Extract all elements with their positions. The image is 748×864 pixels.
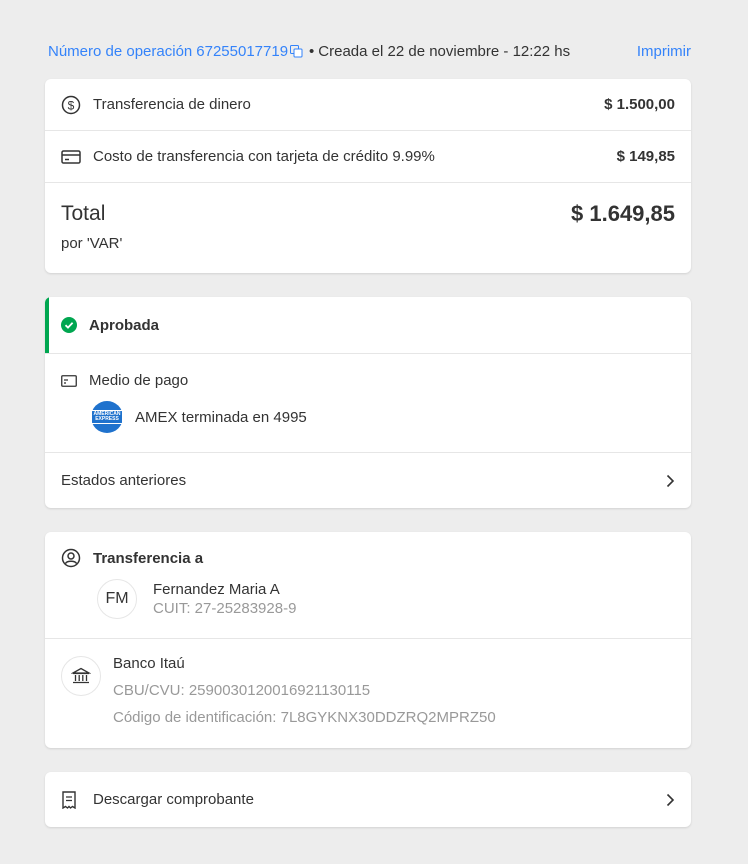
copy-icon[interactable] <box>290 45 303 58</box>
operation-number-link[interactable]: Número de operación 67255017719 <box>48 43 303 60</box>
status-accent-bar <box>45 297 49 353</box>
operation-label: Número de operación <box>48 42 193 60</box>
receipt-icon <box>62 790 76 809</box>
creation-date: • Creada el 22 de noviembre - 12:22 hs <box>309 42 571 60</box>
svg-text:$: $ <box>68 98 75 112</box>
fee-amount: $ 149,85 <box>616 148 675 165</box>
payment-method-label: Medio de pago <box>89 372 189 389</box>
recipient-section: Transferencia a FM Fernandez Maria A CUI… <box>45 532 691 639</box>
recipient-name: Fernandez Maria A <box>153 581 280 598</box>
chevron-right-icon <box>666 793 675 806</box>
total-section: Total $ 1.649,85 por 'VAR' <box>45 183 691 273</box>
recipient-heading: Transferencia a <box>93 549 204 567</box>
download-receipt-button[interactable]: Descargar comprobante <box>45 772 691 827</box>
previous-states-row[interactable]: Estados anteriores <box>45 453 691 508</box>
transfer-amount: $ 1.500,00 <box>604 96 675 113</box>
transfer-label: Transferencia de dinero <box>93 96 251 113</box>
avatar: FM <box>97 579 137 619</box>
chevron-right-icon <box>666 474 675 487</box>
dollar-icon: $ <box>61 95 81 115</box>
bank-icon <box>61 656 101 696</box>
summary-card: $ Transferencia de dinero $ 1.500,00 Cos… <box>45 79 691 273</box>
bank-name: Banco Itaú <box>113 655 185 672</box>
amex-logo: AMERICAN EXPRESS <box>91 401 123 433</box>
total-amount: $ 1.649,85 <box>571 201 675 226</box>
download-card: Descargar comprobante <box>45 772 691 827</box>
total-label: Total <box>61 202 106 225</box>
recipient-person: FM Fernandez Maria A CUIT: 27-25283928-9 <box>97 579 675 619</box>
payment-method-section: Medio de pago AMERICAN EXPRESS AMEX term… <box>45 354 691 453</box>
operation-header: Número de operación 67255017719 • Creada … <box>48 40 691 62</box>
card-text: AMEX terminada en 4995 <box>135 408 307 426</box>
user-icon <box>61 548 81 568</box>
identification-code: Código de identificación: 7L8GYKNX30DDZR… <box>113 709 496 726</box>
operation-number: 67255017719 <box>196 42 289 60</box>
check-circle-icon <box>61 317 77 333</box>
bank-section: Banco Itaú CBU/CVU: 25900301200169211301… <box>45 639 691 747</box>
previous-states-label: Estados anteriores <box>61 472 187 489</box>
credit-card-icon <box>61 147 81 167</box>
card-icon <box>61 374 77 387</box>
fee-row: Costo de transferencia con tarjeta de cr… <box>45 131 691 183</box>
print-link[interactable]: Imprimir <box>637 43 691 60</box>
fee-label: Costo de transferencia con tarjeta de cr… <box>93 148 435 165</box>
status-card: Aprobada Medio de pago AMERICAN EXPRESS … <box>45 297 691 508</box>
approved-label: Aprobada <box>89 316 160 334</box>
recipient-cuit: CUIT: 27-25283928-9 <box>153 600 297 617</box>
cbu-number: CBU/CVU: 2590030120016921130115 <box>113 682 371 699</box>
recipient-card: Transferencia a FM Fernandez Maria A CUI… <box>45 532 691 748</box>
total-subtitle: por 'VAR' <box>61 235 123 252</box>
download-label: Descargar comprobante <box>93 791 254 808</box>
card-info: AMERICAN EXPRESS AMEX terminada en 4995 <box>91 401 675 433</box>
transfer-row: $ Transferencia de dinero $ 1.500,00 <box>45 79 691 131</box>
approved-status: Aprobada <box>45 297 691 354</box>
